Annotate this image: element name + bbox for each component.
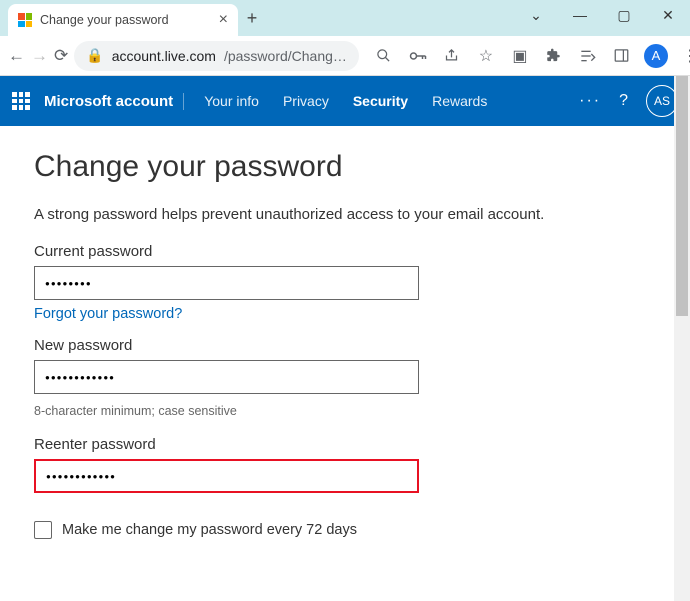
browser-titlebar: Change your password × + ⌄ — ▢ ✕ xyxy=(0,0,690,36)
close-window-button[interactable]: ✕ xyxy=(646,0,690,30)
reading-list-icon[interactable] xyxy=(573,41,603,71)
brand-label[interactable]: Microsoft account xyxy=(44,93,184,110)
microsoft-logo-icon xyxy=(18,13,32,27)
browser-toolbar: ← → ⟳ 🔒 account.live.com/password/Chang…… xyxy=(0,36,690,76)
nav-privacy[interactable]: Privacy xyxy=(283,93,329,109)
helper-text: A strong password helps prevent unauthor… xyxy=(34,206,656,223)
search-icon[interactable] xyxy=(369,41,399,71)
url-path: /password/Chang… xyxy=(224,48,347,64)
caret-down-icon[interactable]: ⌄ xyxy=(514,0,558,30)
periodic-change-checkbox[interactable] xyxy=(34,521,52,539)
page-viewport: Microsoft account Your info Privacy Secu… xyxy=(0,76,690,601)
window-controls: ⌄ — ▢ ✕ xyxy=(514,0,690,30)
url-host: account.live.com xyxy=(112,48,216,64)
new-password-input[interactable]: ●●●●●●●●●●●● xyxy=(34,360,419,394)
app-launcher-icon[interactable] xyxy=(12,92,30,110)
header-nav: Your info Privacy Security Rewards xyxy=(204,93,487,109)
scrollbar-thumb[interactable] xyxy=(676,76,688,316)
close-tab-icon[interactable]: × xyxy=(219,11,228,29)
reload-button[interactable]: ⟳ xyxy=(54,42,68,70)
current-password-value: ●●●●●●●● xyxy=(35,279,102,288)
extensions-icon[interactable] xyxy=(539,41,569,71)
help-icon[interactable]: ? xyxy=(619,92,628,110)
minimize-button[interactable]: — xyxy=(558,0,602,30)
back-button[interactable]: ← xyxy=(8,42,25,70)
site-header: Microsoft account Your info Privacy Secu… xyxy=(0,76,690,126)
browser-tab[interactable]: Change your password × xyxy=(8,4,238,36)
vertical-scrollbar[interactable] xyxy=(674,76,690,601)
periodic-change-row: Make me change my password every 72 days xyxy=(34,521,656,539)
key-icon[interactable] xyxy=(403,41,433,71)
address-bar[interactable]: 🔒 account.live.com/password/Chang… xyxy=(74,41,359,71)
new-password-value: ●●●●●●●●●●●● xyxy=(35,373,125,382)
more-menu-icon[interactable]: ··· xyxy=(579,92,601,110)
nav-rewards[interactable]: Rewards xyxy=(432,93,487,109)
lock-icon: 🔒 xyxy=(86,47,103,64)
reenter-password-label: Reenter password xyxy=(34,436,656,453)
reenter-password-input[interactable]: ●●●●●●●●●●●● xyxy=(34,459,419,493)
page-title: Change your password xyxy=(34,150,656,184)
side-panel-icon[interactable] xyxy=(607,41,637,71)
reenter-password-value: ●●●●●●●●●●●● xyxy=(36,472,126,481)
cast-icon[interactable]: ▣ xyxy=(505,41,535,71)
periodic-change-label: Make me change my password every 72 days xyxy=(62,522,357,538)
forgot-password-link[interactable]: Forgot your password? xyxy=(34,306,182,322)
new-password-label: New password xyxy=(34,337,656,354)
maximize-button[interactable]: ▢ xyxy=(602,0,646,30)
main-content: Change your password A strong password h… xyxy=(0,126,690,563)
current-password-input[interactable]: ●●●●●●●● xyxy=(34,266,419,300)
forward-button[interactable]: → xyxy=(31,42,48,70)
new-password-hint: 8-character minimum; case sensitive xyxy=(34,404,656,418)
tab-title: Change your password xyxy=(40,13,169,27)
nav-your-info[interactable]: Your info xyxy=(204,93,259,109)
profile-avatar[interactable]: A xyxy=(641,41,671,71)
nav-security[interactable]: Security xyxy=(353,93,408,109)
bookmark-star-icon[interactable]: ☆ xyxy=(471,41,501,71)
new-tab-button[interactable]: + xyxy=(238,8,266,29)
share-icon[interactable] xyxy=(437,41,467,71)
current-password-label: Current password xyxy=(34,243,656,260)
kebab-menu-icon[interactable]: ⋮ xyxy=(675,41,690,71)
